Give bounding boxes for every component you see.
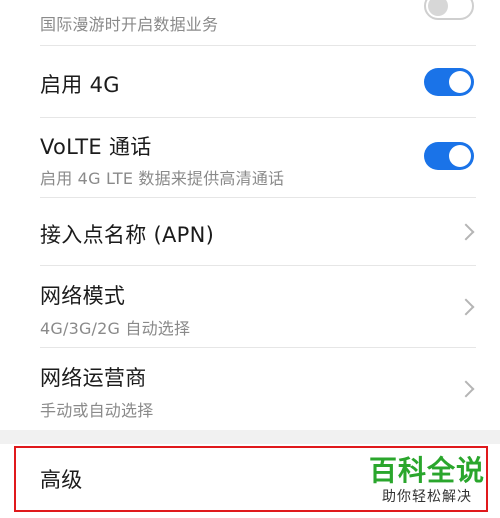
network-mode-title: 网络模式 (40, 284, 126, 308)
chevron-right-icon (457, 223, 475, 241)
toggle-knob (449, 71, 471, 93)
carrier-title: 网络运营商 (40, 366, 147, 390)
toggle-knob (449, 145, 471, 167)
volte-subtitle: 启用 4G LTE 数据来提供高清通话 (40, 169, 285, 188)
watermark-logo: 百科全说 助你轻松解决 (368, 456, 486, 512)
settings-row-network-mode[interactable]: 网络模式 4G/3G/2G 自动选择 (0, 266, 500, 348)
settings-row-enable-4g[interactable]: 启用 4G (0, 46, 500, 118)
enable-4g-toggle[interactable] (424, 68, 474, 96)
settings-list: 国际漫游时开启数据业务 启用 4G VoLTE 通话 启用 4G LTE 数据来… (0, 0, 500, 430)
chevron-right-icon (457, 380, 475, 398)
watermark-subtitle: 助你轻松解决 (382, 489, 472, 505)
roaming-subtitle: 国际漫游时开启数据业务 (40, 15, 219, 34)
mobile-network-settings-screen: 国际漫游时开启数据业务 启用 4G VoLTE 通话 启用 4G LTE 数据来… (0, 0, 500, 518)
section-separator (0, 430, 500, 444)
carrier-subtitle: 手动或自动选择 (40, 401, 154, 420)
enable-4g-title: 启用 4G (40, 73, 120, 97)
settings-row-volte[interactable]: VoLTE 通话 启用 4G LTE 数据来提供高清通话 (0, 118, 500, 198)
apn-title: 接入点名称 (APN) (40, 223, 215, 247)
settings-row-carrier[interactable]: 网络运营商 手动或自动选择 (0, 348, 500, 430)
network-mode-subtitle: 4G/3G/2G 自动选择 (40, 319, 191, 338)
watermark-title: 百科全说 (368, 454, 485, 487)
settings-row-roaming[interactable]: 国际漫游时开启数据业务 (0, 0, 500, 46)
toggle-knob (428, 0, 448, 16)
roaming-toggle[interactable] (424, 0, 474, 20)
settings-row-apn[interactable]: 接入点名称 (APN) (0, 198, 500, 266)
volte-toggle[interactable] (424, 142, 474, 170)
volte-title: VoLTE 通话 (40, 135, 152, 159)
chevron-right-icon (457, 298, 475, 316)
